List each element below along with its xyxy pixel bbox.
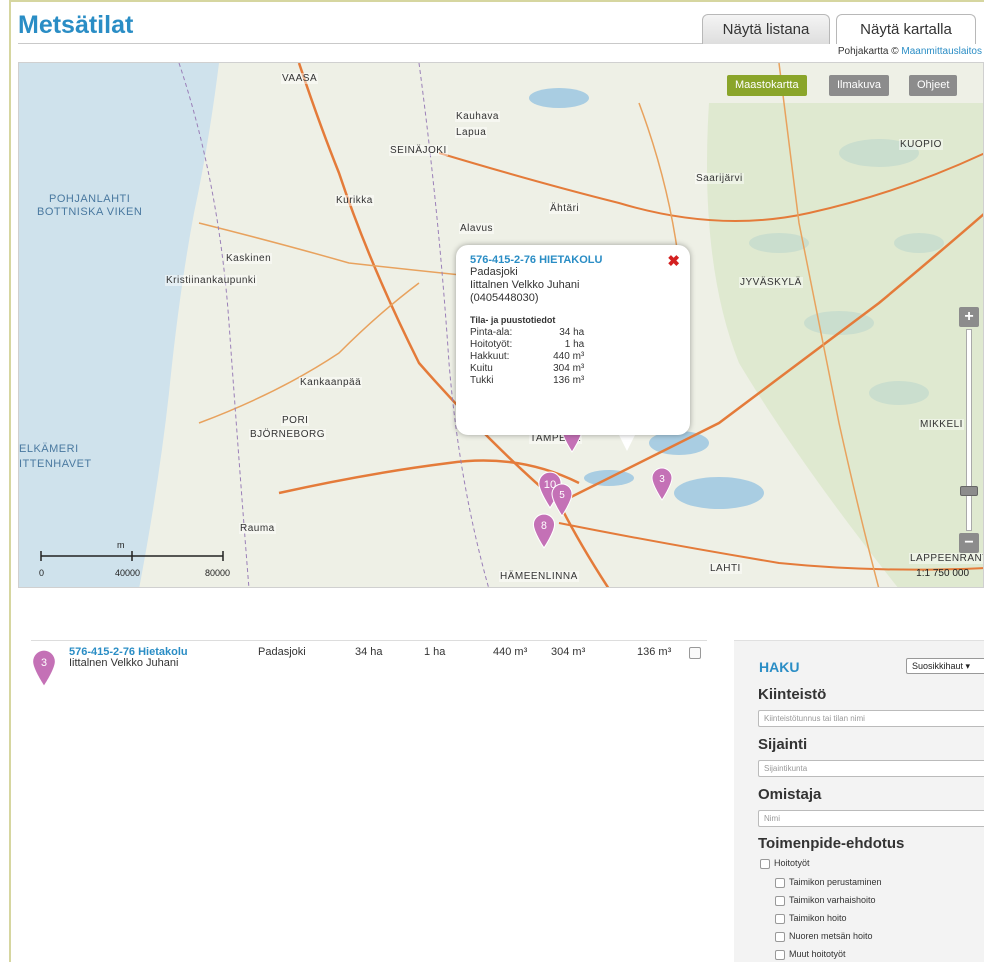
popup-row-label: Kuitu (470, 363, 493, 374)
title-divider (18, 43, 702, 44)
page-title: Metsätilat (18, 11, 134, 39)
popup-row-label: Tukki (470, 375, 494, 386)
close-icon[interactable]: ✖ (667, 252, 680, 270)
aerial-map-button[interactable]: Ilmakuva (829, 75, 890, 96)
zoom-out-button[interactable]: − (959, 533, 979, 553)
scale-tick: 80000 (205, 568, 231, 578)
cell-area: 34 ha (355, 646, 383, 658)
terrain-map-button[interactable]: Maastokartta (727, 75, 807, 96)
checkbox-label: Hoitotyöt (774, 858, 810, 868)
popup-section-title: Tila- ja puustotiedot (470, 315, 556, 325)
tab-map-view-label: Näytä kartalla (860, 21, 952, 38)
attribution-link[interactable]: Maanmittauslaitos (901, 46, 982, 57)
scale-tick: 0 (39, 568, 45, 578)
checkbox-early-seedling-care[interactable] (775, 896, 785, 906)
page-frame-top (9, 0, 984, 2)
popup-details-table: Pinta-ala: 34 ha Hoitotyöt: 1 ha Hakkuut: 4… (470, 327, 584, 387)
checkbox-label: Nuoren metsän hoito (789, 931, 873, 941)
property-owner: Iittalnen Velkko Juhani (69, 657, 179, 669)
popup-row-value: 136 m³ (553, 375, 585, 386)
popup-row-value: 304 m³ (553, 363, 585, 374)
property-popup: 576-415-2-76 HIETAKOLU ✖ Padasjoki Iitta… (456, 245, 690, 435)
popup-row: Tukki 136 m³ (470, 375, 584, 387)
checkbox-seedling-care[interactable] (775, 914, 785, 924)
checkbox-other-care[interactable] (775, 950, 785, 960)
popup-row-value: 440 m³ (553, 351, 585, 362)
tab-list-view-label: Näytä listana (722, 21, 810, 38)
owner-input[interactable]: Nimi (758, 810, 984, 827)
tab-list-view[interactable]: Näytä listana (702, 14, 830, 44)
scale-ratio: 1:1 750 000 (916, 568, 969, 579)
checkbox-care-work[interactable] (760, 859, 770, 869)
popup-row-value: 34 ha (559, 327, 585, 338)
popup-row: Pinta-ala: 34 ha (470, 327, 584, 339)
map-pin[interactable]: 5 (550, 483, 574, 517)
help-button[interactable]: Ohjeet (909, 75, 958, 96)
map-pin-label: 5 (559, 490, 565, 501)
checkbox-seedling-establishment[interactable] (775, 878, 785, 888)
zoom-slider-track[interactable] (966, 329, 972, 531)
checkbox-label: Taimikon perustaminen (789, 877, 882, 887)
map-view[interactable]: POHJANLAHTI BOTTNISKA VIKEN ELKÄMERI ITT… (18, 62, 984, 588)
zoom-in-button[interactable]: + (959, 307, 979, 327)
popup-row: Hakkuut: 440 m³ (470, 351, 584, 363)
row-select-checkbox[interactable] (689, 647, 701, 659)
scale-tick: 40000 (115, 568, 141, 578)
attribution-prefix: Pohjakartta © (837, 46, 899, 57)
map-pin-label: 8 (541, 520, 547, 532)
checkbox-young-forest-care[interactable] (775, 932, 785, 942)
cell-cuttings: 440 m³ (493, 646, 528, 658)
saved-searches-select[interactable]: Suosikkihaut ▾ (906, 658, 984, 674)
popup-row: Hoitotyöt: 1 ha (470, 339, 584, 351)
popup-title[interactable]: 576-415-2-76 HIETAKOLU (470, 254, 676, 266)
map-pin[interactable]: 8 (531, 513, 557, 549)
popup-phone: (0405448030) (470, 292, 539, 304)
cell-log: 136 m³ (637, 646, 672, 658)
popup-row-label: Pinta-ala: (470, 327, 513, 338)
list-pin-icon: 3 (33, 650, 55, 686)
map-attribution: Pohjakartta © Maanmittauslaitos (838, 46, 982, 57)
map-pin-label: 3 (659, 474, 665, 485)
list-divider (31, 640, 707, 641)
location-input[interactable]: Sijaintikunta (758, 760, 984, 777)
cell-care: 1 ha (424, 646, 446, 658)
popup-municipality: Padasjoki (470, 266, 518, 278)
zoom-slider-handle[interactable] (960, 486, 978, 496)
popup-row-label: Hakkuut: (470, 351, 510, 362)
property-search-input[interactable]: Kiinteistötunnus tai tilan nimi (758, 710, 984, 727)
page-frame-left (9, 0, 11, 962)
scale-unit: m (117, 540, 125, 550)
cell-fiber: 304 m³ (551, 646, 586, 658)
popup-row-value: 1 ha (564, 339, 585, 350)
checkbox-label: Muut hoitotyöt (789, 949, 846, 959)
search-panel: HAKU Suosikkihaut ▾ Kiinteistö Kiinteist… (734, 640, 984, 962)
checkbox-label: Taimikon hoito (789, 913, 847, 923)
search-title: HAKU (759, 659, 800, 675)
popup-row: Kuitu 304 m³ (470, 363, 584, 375)
list-pin-label: 3 (41, 657, 47, 669)
tab-map-view[interactable]: Näytä kartalla (836, 14, 976, 44)
location-label: Sijainti (758, 736, 808, 753)
popup-owner: Iittalnen Velkko Juhani (470, 279, 580, 291)
owner-label: Omistaja (758, 786, 822, 803)
checkbox-label: Taimikon varhaishoito (789, 895, 876, 905)
map-pin[interactable]: 3 (650, 467, 674, 501)
property-label: Kiinteistö (758, 686, 827, 703)
scale-bar-line (40, 551, 224, 561)
popup-row-label: Hoitotyöt: (470, 339, 513, 350)
cell-municipality: Padasjoki (258, 646, 306, 658)
measure-label: Toimenpide-ehdotus (758, 835, 905, 852)
